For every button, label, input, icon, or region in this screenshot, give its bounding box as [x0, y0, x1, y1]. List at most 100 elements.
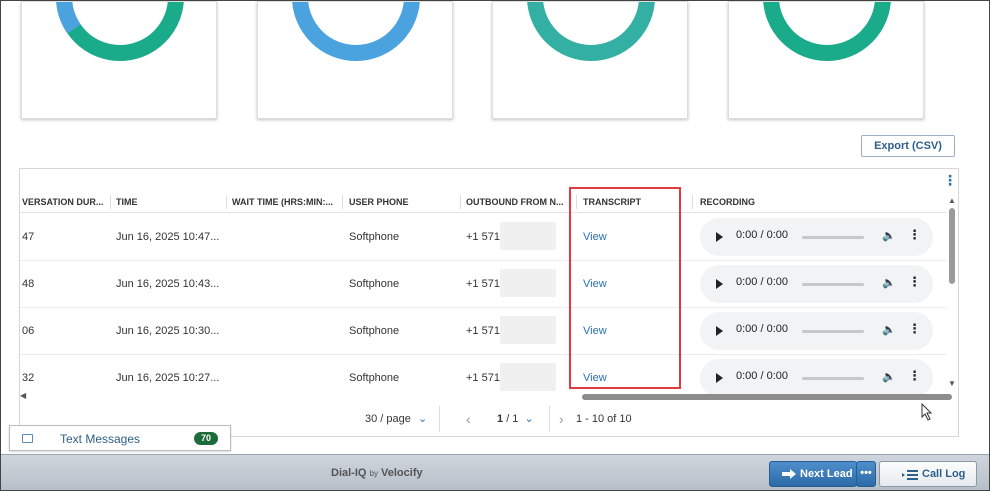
- brand-by: by: [369, 469, 378, 478]
- column-divider: [110, 195, 111, 209]
- more-options-icon[interactable]: ⋮: [908, 228, 921, 242]
- page-size-select[interactable]: 30 / page ⌄: [365, 409, 427, 429]
- play-icon[interactable]: [716, 326, 723, 336]
- more-options-icon[interactable]: ⋮: [908, 275, 921, 289]
- redacted-number: [500, 316, 556, 344]
- header-conversation-duration[interactable]: VERSATION DUR...: [20, 191, 110, 213]
- cell-outbound-number: +1 571: [466, 278, 500, 290]
- play-icon[interactable]: [716, 373, 723, 383]
- volume-icon[interactable]: 🔈: [882, 229, 896, 242]
- donut-chart-1: [56, 2, 184, 61]
- scroll-down-icon[interactable]: ▼: [948, 379, 956, 388]
- bottom-toolbar: Dial-IQ by Velocify Next Lead ••• Call L…: [1, 454, 989, 490]
- audio-progress-slider[interactable]: [802, 236, 864, 239]
- column-divider: [342, 195, 343, 209]
- table-header: VERSATION DUR... TIME WAIT TIME (HRS:MIN…: [20, 191, 946, 213]
- column-divider: [692, 195, 693, 209]
- audio-progress-slider[interactable]: [802, 330, 864, 333]
- redacted-number: [500, 222, 556, 250]
- next-lead-button[interactable]: Next Lead: [769, 461, 857, 487]
- volume-icon[interactable]: 🔈: [882, 276, 896, 289]
- chevron-down-icon: ⌄: [524, 413, 534, 425]
- redacted-number: [500, 363, 556, 391]
- audio-player: 0:00 / 0:00 🔈 ⋮: [700, 265, 933, 303]
- column-divider: [226, 195, 227, 209]
- cell-duration: 06: [22, 325, 35, 337]
- pagination-range: 1 - 10 of 10: [576, 413, 632, 425]
- next-lead-label: Next Lead: [800, 468, 853, 480]
- chevron-down-icon: ⌄: [417, 413, 428, 425]
- export-csv-button[interactable]: Export (CSV): [861, 135, 955, 157]
- chat-bubble-icon: [22, 434, 33, 443]
- current-page: 1: [497, 413, 504, 425]
- audio-time: 0:00 / 0:00: [736, 229, 788, 241]
- audio-progress-slider[interactable]: [802, 377, 864, 380]
- audio-time: 0:00 / 0:00: [736, 276, 788, 288]
- arrow-right-icon: [782, 469, 796, 479]
- header-wait-time[interactable]: WAIT TIME (HRS:MIN:...: [228, 191, 340, 213]
- cell-time: Jun 16, 2025 10:30...: [116, 325, 220, 337]
- table-row: 47 Jun 16, 2025 10:47... Softphone +1 57…: [20, 214, 946, 261]
- cell-duration: 32: [22, 372, 35, 384]
- text-messages-label: Text Messages: [60, 432, 141, 446]
- audio-time: 0:00 / 0:00: [736, 323, 788, 335]
- cell-time: Jun 16, 2025 10:27...: [116, 372, 220, 384]
- column-divider: [460, 195, 461, 209]
- transcript-column-highlight: [569, 187, 681, 389]
- divider: [549, 406, 550, 432]
- previous-page-icon[interactable]: ‹: [466, 409, 471, 429]
- header-time[interactable]: TIME: [112, 191, 224, 213]
- text-messages-panel[interactable]: Text Messages 70: [9, 425, 231, 451]
- cell-duration: 47: [22, 231, 35, 243]
- play-icon[interactable]: [716, 232, 723, 242]
- table-settings-icon[interactable]: ⋮: [943, 173, 957, 187]
- donut-chart-4: [763, 2, 891, 61]
- next-page-icon[interactable]: ›: [559, 409, 564, 429]
- more-options-icon[interactable]: ⋮: [908, 369, 921, 383]
- table-row: 06 Jun 16, 2025 10:30... Softphone +1 57…: [20, 308, 946, 355]
- header-recording[interactable]: RECORDING: [696, 191, 896, 213]
- audio-time: 0:00 / 0:00: [736, 370, 788, 382]
- cell-user-phone: Softphone: [349, 325, 400, 337]
- redacted-number: [500, 269, 556, 297]
- play-icon[interactable]: [716, 279, 723, 289]
- message-count-badge: 70: [194, 432, 218, 445]
- scroll-thumb[interactable]: [949, 208, 955, 284]
- header-user-phone[interactable]: USER PHONE: [345, 191, 457, 213]
- page-select[interactable]: 1 / 1 ⌄: [497, 409, 534, 429]
- header-outbound-from[interactable]: OUTBOUND FROM N...: [462, 191, 574, 213]
- list-arrow-icon: [902, 470, 918, 480]
- donut-card-1: [21, 1, 217, 119]
- audio-player: 0:00 / 0:00 🔈 ⋮: [700, 312, 933, 350]
- page-size-label: 30 / page: [365, 413, 411, 425]
- donut-chart-3: [527, 2, 655, 61]
- scroll-thumb[interactable]: [582, 394, 952, 400]
- scroll-left-icon[interactable]: ◀: [20, 391, 26, 400]
- cell-user-phone: Softphone: [349, 278, 400, 290]
- total-pages: / 1: [506, 413, 519, 425]
- cell-outbound-number: +1 571: [466, 231, 500, 243]
- vertical-scrollbar[interactable]: ▲ ▼: [946, 196, 958, 391]
- cell-user-phone: Softphone: [349, 372, 400, 384]
- call-log-label: Call Log: [922, 468, 966, 480]
- cell-time: Jun 16, 2025 10:47...: [116, 231, 220, 243]
- scroll-up-icon[interactable]: ▲: [948, 196, 956, 205]
- horizontal-scrollbar[interactable]: ◀: [20, 391, 958, 403]
- divider: [439, 406, 440, 432]
- volume-icon[interactable]: 🔈: [882, 370, 896, 383]
- more-actions-button[interactable]: •••: [856, 461, 876, 487]
- volume-icon[interactable]: 🔈: [882, 323, 896, 336]
- donut-card-3: [492, 1, 688, 119]
- app-window: Export (CSV) VERSATION DUR... TIME WAIT …: [0, 0, 990, 491]
- audio-player: 0:00 / 0:00 🔈 ⋮: [700, 218, 933, 256]
- cell-outbound-number: +1 571: [466, 372, 500, 384]
- brand-company: Velocify: [381, 467, 423, 479]
- cell-outbound-number: +1 571: [466, 325, 500, 337]
- call-log-button[interactable]: Call Log: [879, 461, 977, 487]
- cell-duration: 48: [22, 278, 35, 290]
- more-options-icon[interactable]: ⋮: [908, 322, 921, 336]
- cell-time: Jun 16, 2025 10:43...: [116, 278, 220, 290]
- brand-name: Dial-IQ: [331, 467, 367, 479]
- audio-progress-slider[interactable]: [802, 283, 864, 286]
- donut-chart-2: [292, 2, 420, 61]
